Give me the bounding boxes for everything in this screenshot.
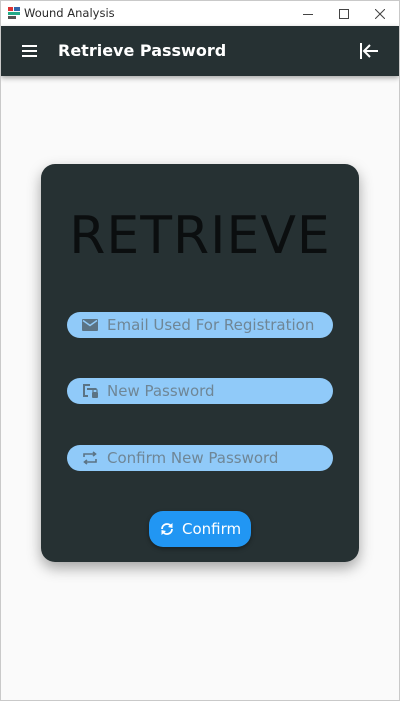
maximize-icon <box>339 8 349 19</box>
logout-icon[interactable] <box>358 40 380 62</box>
maximize-button[interactable] <box>327 1 361 26</box>
refresh-icon <box>161 523 173 535</box>
email-icon <box>82 319 98 331</box>
app-bar: Retrieve Password <box>1 26 399 76</box>
close-button[interactable] <box>363 1 397 26</box>
window-titlebar[interactable]: Wound Analysis <box>1 1 399 26</box>
minimize-button[interactable] <box>291 1 325 26</box>
confirm-button[interactable]: Confirm <box>149 511 251 547</box>
app-window: Wound Analysis Retrieve Password RETRIEV… <box>0 0 400 701</box>
confirm-button-label: Confirm <box>182 520 242 538</box>
new-password-field[interactable] <box>67 378 333 404</box>
new-password-input[interactable] <box>107 378 327 404</box>
page-title: Retrieve Password <box>58 41 227 60</box>
email-input[interactable] <box>107 312 327 338</box>
minimize-icon <box>303 13 313 15</box>
confirm-password-field[interactable] <box>67 445 333 471</box>
password-reset-icon <box>83 384 98 398</box>
window-title: Wound Analysis <box>24 6 115 20</box>
app-icon <box>8 7 20 19</box>
confirm-password-input[interactable] <box>107 445 327 471</box>
close-icon <box>375 8 385 19</box>
retrieve-card: RETRIEVE Email Used For Registration Con… <box>41 164 359 562</box>
repeat-icon <box>83 451 97 465</box>
email-field[interactable] <box>67 312 333 338</box>
card-title: RETRIEVE <box>69 206 331 266</box>
menu-icon[interactable] <box>20 41 40 61</box>
